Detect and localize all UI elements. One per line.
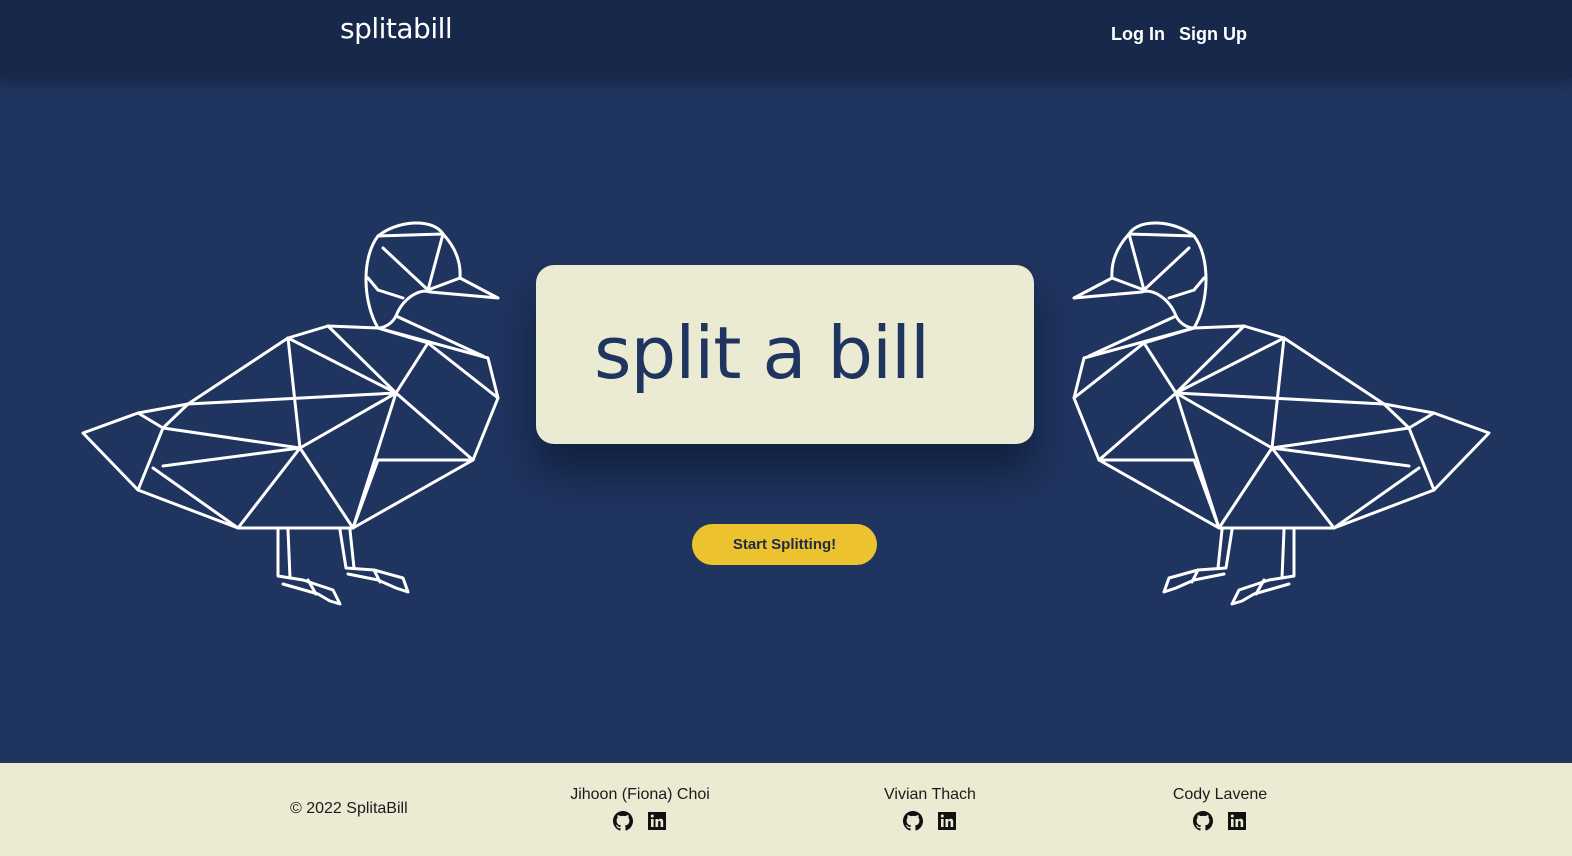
login-link[interactable]: Log In [1111,24,1165,45]
contributor-links [830,811,1030,831]
contributor-name: Jihoon (Fiona) Choi [570,786,710,803]
contributor-card: Cody Lavene [1120,786,1320,831]
brand-logo[interactable]: splitabill [340,12,453,45]
contributor-name: Vivian Thach [884,786,976,803]
linkedin-icon[interactable] [1227,811,1247,831]
geometric-duck-left [81,221,500,606]
geometric-duck-right [1072,221,1491,606]
signup-link[interactable]: Sign Up [1179,24,1247,45]
start-splitting-button[interactable]: Start Splitting! [692,524,877,565]
contributor-links [1120,811,1320,831]
hero-card: split a bill [536,265,1034,444]
linkedin-icon[interactable] [647,811,667,831]
navbar: splitabill Log In Sign Up [0,0,1572,78]
contributor-links [540,811,740,831]
github-icon[interactable] [1193,811,1213,831]
contributor-card: Jihoon (Fiona) Choi [540,786,740,831]
contributor-name: Cody Lavene [1172,786,1268,803]
linkedin-icon[interactable] [937,811,957,831]
hero-section: split a bill Start Splitting! [0,78,1572,763]
footer: © 2022 SplitaBill Jihoon (Fiona) Choi Vi… [0,763,1572,856]
hero-title: split a bill [594,311,930,395]
contributor-card: Vivian Thach [830,786,1030,831]
github-icon[interactable] [903,811,923,831]
copyright-text: © 2022 SplitaBill [290,800,408,817]
github-icon[interactable] [613,811,633,831]
